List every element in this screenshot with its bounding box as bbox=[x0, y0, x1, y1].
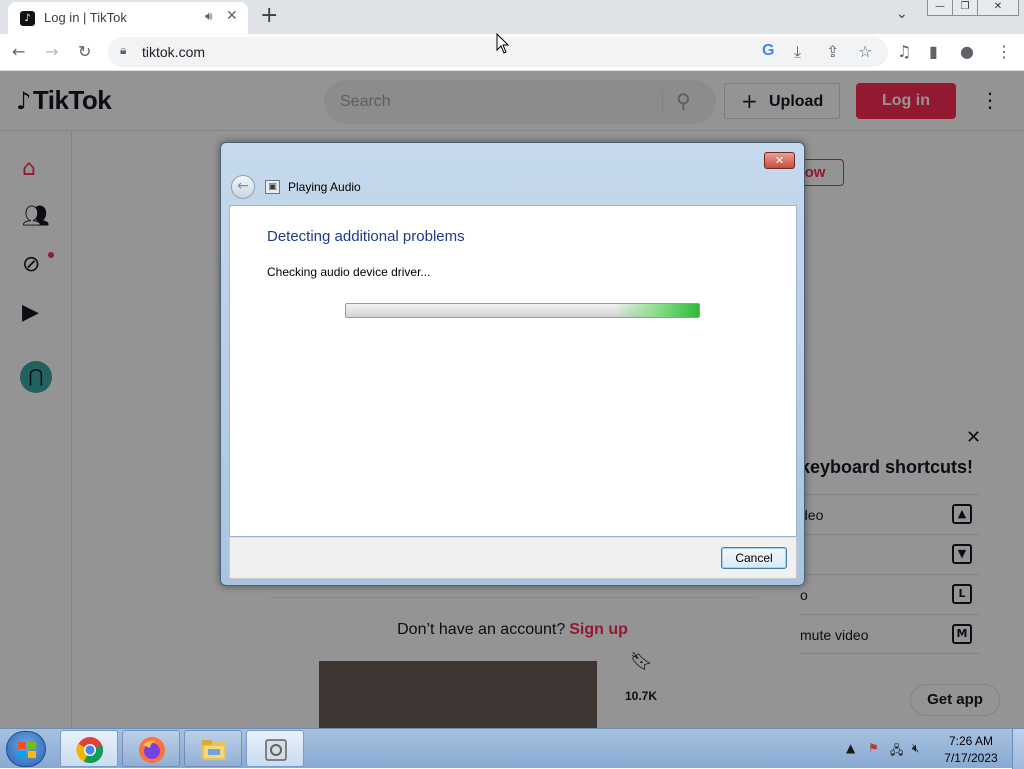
profile-icon[interactable]: ● bbox=[960, 42, 974, 61]
back-arrow-icon[interactable]: ← bbox=[12, 42, 25, 61]
tiktok-favicon-icon: ♪ bbox=[20, 11, 35, 26]
taskbar-chrome[interactable] bbox=[60, 730, 118, 767]
reload-icon[interactable]: ↻ bbox=[78, 42, 91, 61]
forward-arrow-icon[interactable]: → bbox=[45, 42, 58, 61]
dialog-title: Playing Audio bbox=[288, 180, 361, 194]
side-panel-icon[interactable]: ▮ bbox=[929, 42, 938, 61]
tab-search-chevron-icon[interactable]: ⌄ bbox=[896, 6, 908, 22]
back-arrow-icon[interactable]: ← bbox=[231, 175, 255, 199]
clock-time[interactable]: 7:26 AM bbox=[940, 734, 1002, 748]
tab-title: Log in | TikTok bbox=[44, 10, 127, 25]
url-text[interactable]: tiktok.com bbox=[142, 44, 205, 60]
download-icon[interactable]: ⤓ bbox=[794, 42, 801, 62]
browser-toolbar: ← → ↻ 🔒︎ tiktok.com G ⤓ ⇪ ☆ ♫ ▮ ● ⋮ bbox=[0, 34, 1024, 71]
window-close-button[interactable]: ✕ bbox=[977, 0, 1019, 16]
dialog-content: Detecting additional problems Checking a… bbox=[229, 205, 797, 537]
dialog-close-button[interactable]: ✕ bbox=[764, 152, 795, 169]
new-tab-button[interactable]: + bbox=[260, 3, 278, 28]
cancel-button[interactable]: Cancel bbox=[721, 547, 787, 569]
mouse-cursor-icon bbox=[496, 33, 510, 54]
dialog-footer: Cancel bbox=[229, 537, 797, 579]
progress-bar bbox=[345, 303, 700, 318]
restore-button[interactable]: ❐ bbox=[952, 0, 978, 16]
windows-taskbar: ▲ ⚑ 🖧︎ 🔇︎ 7:26 AM 7/17/2023 bbox=[0, 728, 1024, 769]
troubleshooter-dialog: ✕ ← ▣ Playing Audio Detecting additional… bbox=[220, 142, 805, 586]
windows-logo-icon bbox=[18, 742, 36, 758]
share-icon[interactable]: ⇪ bbox=[826, 42, 839, 61]
taskbar-explorer[interactable] bbox=[184, 730, 242, 767]
start-button[interactable] bbox=[6, 731, 46, 767]
minimize-button[interactable]: — bbox=[927, 0, 953, 16]
volume-muted-icon[interactable]: 🔇︎ bbox=[912, 741, 920, 756]
lock-icon[interactable]: 🔒︎ bbox=[120, 43, 126, 58]
chrome-icon bbox=[76, 737, 104, 764]
show-hidden-icons-icon[interactable]: ▲ bbox=[846, 741, 855, 755]
tab-audio-icon[interactable]: 🔊︎ bbox=[205, 9, 213, 24]
troubleshooter-icon bbox=[265, 739, 287, 761]
star-icon[interactable]: ☆ bbox=[858, 42, 872, 61]
media-control-icon[interactable]: ♫ bbox=[897, 42, 911, 61]
browser-tab-strip: ♪ Log in | TikTok 🔊︎ ✕ + ⌄ — ❐ ✕ bbox=[0, 0, 1024, 34]
network-icon[interactable]: 🖧︎ bbox=[890, 741, 903, 762]
show-desktop-button[interactable] bbox=[1012, 729, 1024, 769]
system-tray: ▲ ⚑ 🖧︎ 🔇︎ 7:26 AM 7/17/2023 bbox=[840, 729, 1024, 769]
google-icon[interactable]: G bbox=[762, 42, 774, 60]
action-center-icon[interactable]: ⚑ bbox=[868, 741, 879, 755]
file-explorer-icon bbox=[202, 740, 226, 760]
tab-close-icon[interactable]: ✕ bbox=[226, 8, 238, 24]
taskbar-troubleshooter[interactable] bbox=[246, 730, 304, 767]
clock-date[interactable]: 7/17/2023 bbox=[936, 751, 1006, 765]
dialog-status-text: Checking audio device driver... bbox=[267, 265, 431, 279]
firefox-icon bbox=[139, 737, 165, 763]
browser-tab[interactable]: ♪ Log in | TikTok 🔊︎ ✕ bbox=[8, 2, 248, 34]
kebab-menu-icon[interactable]: ⋮ bbox=[996, 42, 1012, 61]
troubleshooter-app-icon: ▣ bbox=[265, 180, 280, 194]
taskbar-firefox[interactable] bbox=[122, 730, 180, 767]
progress-bar-marquee bbox=[346, 304, 699, 317]
dialog-heading: Detecting additional problems bbox=[267, 228, 465, 245]
